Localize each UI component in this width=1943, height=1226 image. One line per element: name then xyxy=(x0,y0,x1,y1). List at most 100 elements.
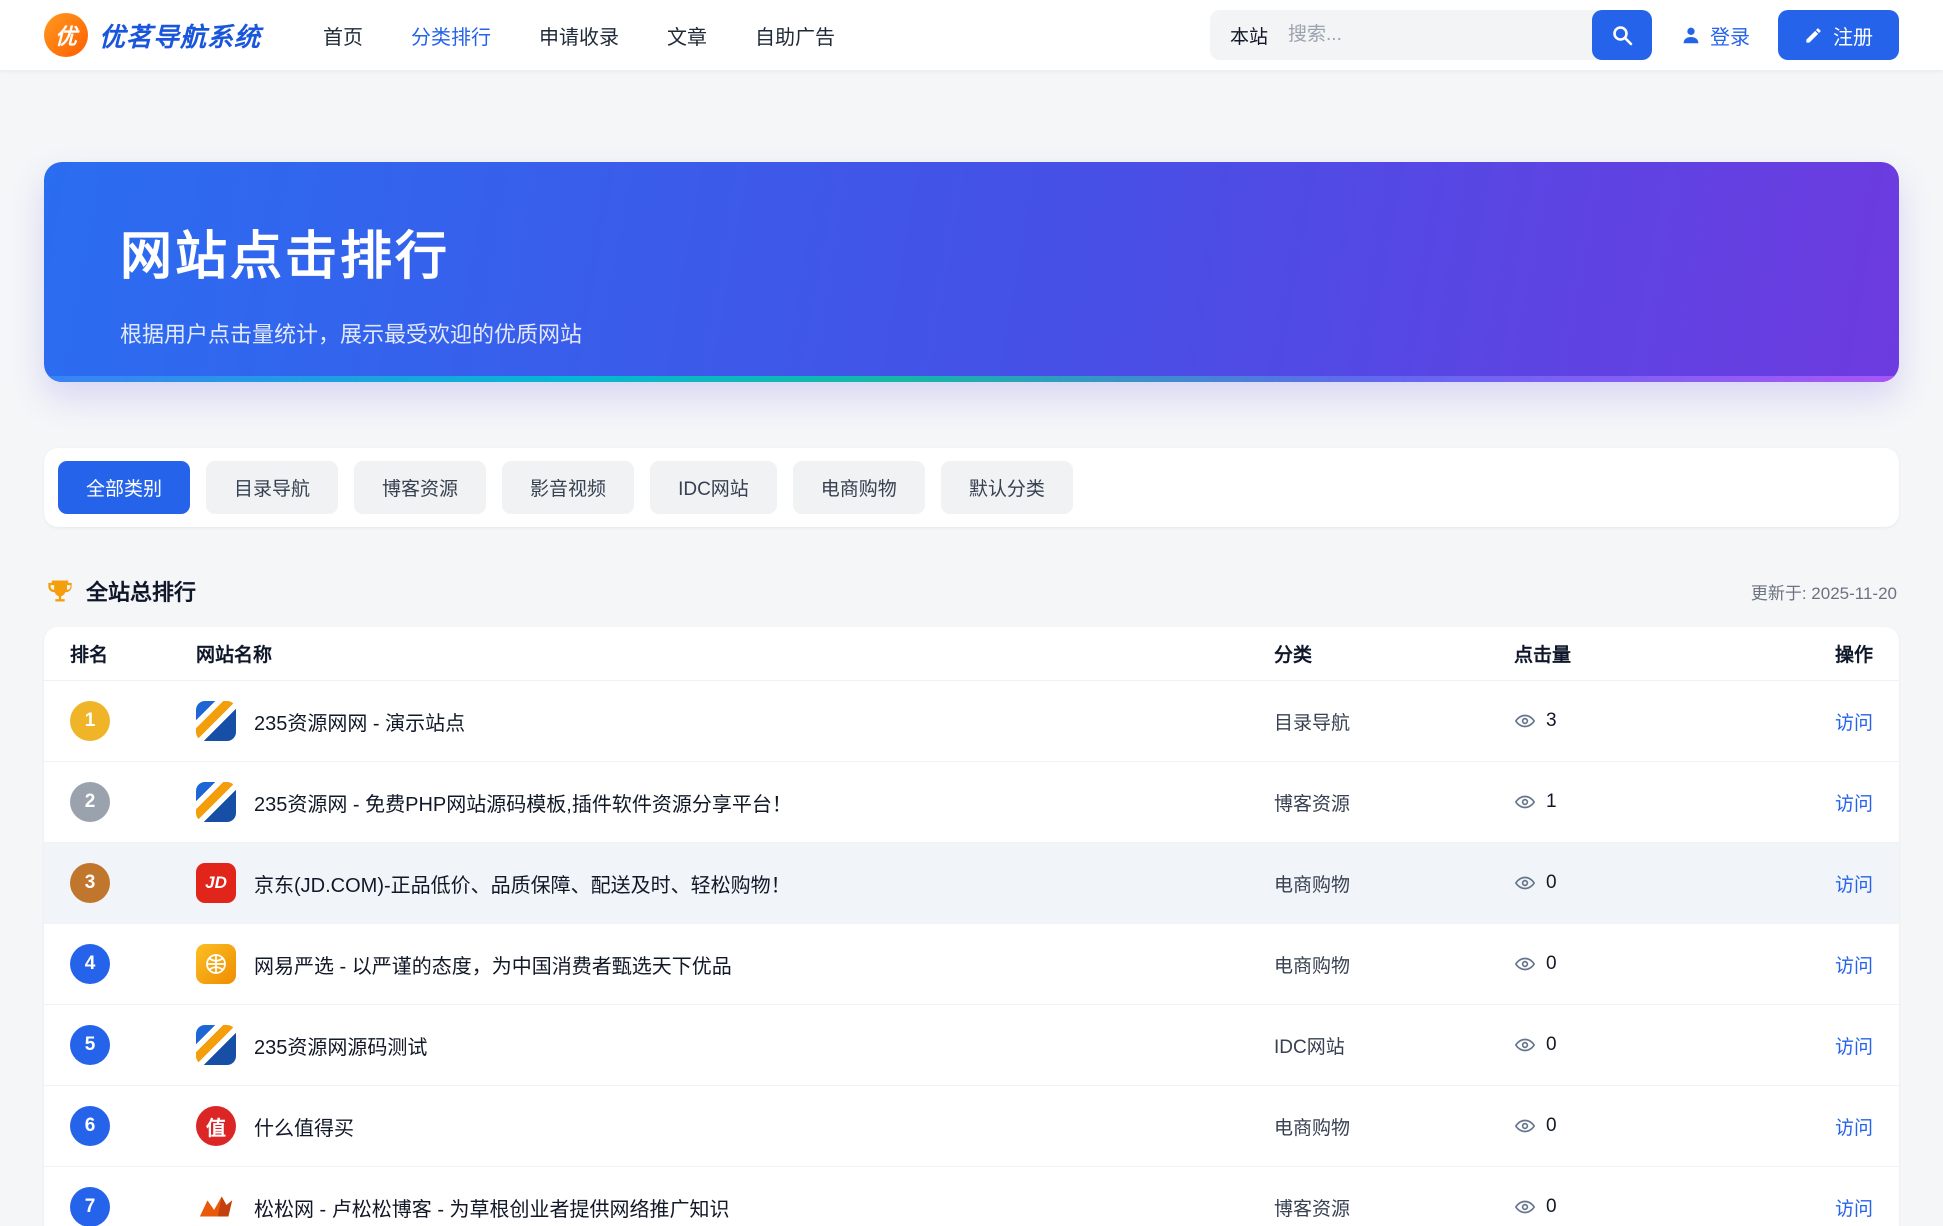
eye-icon xyxy=(1514,1196,1536,1218)
nav-item-apply-inclusion[interactable]: 申请收录 xyxy=(539,21,619,50)
table-row: 1 235资源网网 - 演示站点 目录导航 3 访问 xyxy=(44,681,1899,762)
column-header-rank: 排名 xyxy=(44,640,196,667)
search-bar: 本站 xyxy=(1210,10,1652,60)
yanxuan-logo-icon xyxy=(196,944,236,984)
site-name[interactable]: 京东(JD.COM)-正品低价、品质保障、配送及时、轻松购物！ xyxy=(254,869,791,898)
eye-icon xyxy=(1514,791,1536,813)
pencil-icon xyxy=(1804,26,1823,45)
filter-all-categories[interactable]: 全部类别 xyxy=(58,461,190,514)
click-count: 3 xyxy=(1546,710,1557,732)
filter-video-media[interactable]: 影音视频 xyxy=(502,461,634,514)
songsong-logo-icon xyxy=(196,1187,236,1226)
user-icon xyxy=(1680,24,1702,46)
nav-item-home[interactable]: 首页 xyxy=(323,21,363,50)
click-count: 0 xyxy=(1546,1196,1557,1218)
site-name[interactable]: 网易严选 - 以严谨的态度，为中国消费者甄选天下优品 xyxy=(254,950,732,979)
login-link[interactable]: 登录 xyxy=(1680,21,1750,50)
click-count: 0 xyxy=(1546,953,1557,975)
rank-badge: 5 xyxy=(70,1025,110,1065)
site-category: 电商购物 xyxy=(1274,951,1514,978)
click-count: 0 xyxy=(1546,1115,1557,1137)
rank-badge: 4 xyxy=(70,944,110,984)
nav-item-category-ranking[interactable]: 分类排行 xyxy=(411,21,491,50)
filter-default-category[interactable]: 默认分类 xyxy=(941,461,1073,514)
table-row: 5 235资源网源码测试 IDC网站 0 访问 xyxy=(44,1005,1899,1086)
updated-date: 更新于: 2025-11-20 xyxy=(1751,579,1897,604)
site-name[interactable]: 什么值得买 xyxy=(254,1112,354,1141)
ranking-section-header: 全站总排行 更新于: 2025-11-20 xyxy=(46,575,1897,607)
filter-idc-sites[interactable]: IDC网站 xyxy=(650,461,777,514)
site-name[interactable]: 松松网 - 卢松松博客 - 为草根创业者提供网络推广知识 xyxy=(254,1193,730,1222)
site-name[interactable]: 235资源网网 - 演示站点 xyxy=(254,707,465,736)
main-nav: 首页 分类排行 申请收录 文章 自助广告 xyxy=(323,21,835,50)
eye-icon xyxy=(1514,1115,1536,1137)
column-header-clicks: 点击量 xyxy=(1514,640,1759,667)
nav-item-self-ads[interactable]: 自助广告 xyxy=(755,21,835,50)
click-count: 1 xyxy=(1546,791,1557,813)
page-subtitle: 根据用户点击量统计，展示最受欢迎的优质网站 xyxy=(120,317,1823,349)
site-category: 博客资源 xyxy=(1274,1194,1514,1221)
table-row: 4 网易严选 - 以严谨的态度，为中国消费者甄选天下优品 电商购物 0 访问 xyxy=(44,924,1899,1005)
site-category: IDC网站 xyxy=(1274,1032,1514,1059)
category-filter-bar: 全部类别 目录导航 博客资源 影音视频 IDC网站 电商购物 默认分类 xyxy=(44,448,1899,527)
filter-blog-resources[interactable]: 博客资源 xyxy=(354,461,486,514)
ranking-title: 全站总排行 xyxy=(86,575,196,607)
site-name[interactable]: 235资源网源码测试 xyxy=(254,1031,427,1060)
table-row: 3 JD 京东(JD.COM)-正品低价、品质保障、配送及时、轻松购物！ 电商购… xyxy=(44,843,1899,924)
235-logo-icon xyxy=(196,701,236,741)
eye-icon xyxy=(1514,953,1536,975)
visit-link[interactable]: 访问 xyxy=(1835,1118,1873,1139)
table-header-row: 排名 网站名称 分类 点击量 操作 xyxy=(44,627,1899,681)
visit-link[interactable]: 访问 xyxy=(1835,1037,1873,1058)
column-header-name: 网站名称 xyxy=(196,640,1274,667)
visit-link[interactable]: 访问 xyxy=(1835,875,1873,896)
brand-logo[interactable]: 优 优茗导航系统 xyxy=(44,13,261,57)
column-header-action: 操作 xyxy=(1759,640,1899,667)
235-logo-icon xyxy=(196,1025,236,1065)
click-count: 0 xyxy=(1546,1034,1557,1056)
rank-badge: 2 xyxy=(70,782,110,822)
register-label: 注册 xyxy=(1833,21,1873,50)
jd-logo-icon: JD xyxy=(196,863,236,903)
site-category: 博客资源 xyxy=(1274,789,1514,816)
eye-icon xyxy=(1514,710,1536,732)
header-right: 本站 登录 注册 xyxy=(1210,10,1899,60)
site-name[interactable]: 235资源网 - 免费PHP网站源码模板,插件软件资源分享平台！ xyxy=(254,788,792,817)
login-label: 登录 xyxy=(1710,21,1750,50)
main-content: 网站点击排行 根据用户点击量统计，展示最受欢迎的优质网站 全部类别 目录导航 博… xyxy=(0,162,1943,1226)
click-count: 0 xyxy=(1546,872,1557,894)
trophy-icon xyxy=(46,577,74,605)
rank-badge: 3 xyxy=(70,863,110,903)
eye-icon xyxy=(1514,872,1536,894)
visit-link[interactable]: 访问 xyxy=(1835,956,1873,977)
site-category: 电商购物 xyxy=(1274,1113,1514,1140)
brand-logo-icon: 优 xyxy=(44,13,88,57)
filter-ecommerce[interactable]: 电商购物 xyxy=(793,461,925,514)
search-button[interactable] xyxy=(1592,10,1652,60)
hero-banner: 网站点击排行 根据用户点击量统计，展示最受欢迎的优质网站 xyxy=(44,162,1899,382)
search-icon xyxy=(1610,23,1634,47)
235-logo-icon xyxy=(196,782,236,822)
visit-link[interactable]: 访问 xyxy=(1835,1199,1873,1220)
ranking-table: 排名 网站名称 分类 点击量 操作 1 235资源网网 - 演示站点 目录导航 … xyxy=(44,627,1899,1226)
page-title: 网站点击排行 xyxy=(120,214,1823,289)
table-row: 6 值 什么值得买 电商购物 0 访问 xyxy=(44,1086,1899,1167)
site-category: 电商购物 xyxy=(1274,870,1514,897)
filter-directory-nav[interactable]: 目录导航 xyxy=(206,461,338,514)
smzdm-logo-icon: 值 xyxy=(196,1106,236,1146)
column-header-category: 分类 xyxy=(1274,640,1514,667)
top-navbar: 优 优茗导航系统 首页 分类排行 申请收录 文章 自助广告 本站 xyxy=(0,0,1943,70)
search-scope-select[interactable]: 本站 xyxy=(1210,22,1288,49)
rank-badge: 6 xyxy=(70,1106,110,1146)
register-button[interactable]: 注册 xyxy=(1778,10,1899,60)
eye-icon xyxy=(1514,1034,1536,1056)
brand-name: 优茗导航系统 xyxy=(99,17,261,54)
visit-link[interactable]: 访问 xyxy=(1835,794,1873,815)
table-row: 2 235资源网 - 免费PHP网站源码模板,插件软件资源分享平台！ 博客资源 … xyxy=(44,762,1899,843)
nav-item-articles[interactable]: 文章 xyxy=(667,21,707,50)
visit-link[interactable]: 访问 xyxy=(1835,713,1873,734)
rank-badge: 7 xyxy=(70,1187,110,1226)
rank-badge: 1 xyxy=(70,701,110,741)
table-row: 7 松松网 - 卢松松博客 - 为草根创业者提供网络推广知识 博客资源 0 访问 xyxy=(44,1167,1899,1226)
site-category: 目录导航 xyxy=(1274,708,1514,735)
